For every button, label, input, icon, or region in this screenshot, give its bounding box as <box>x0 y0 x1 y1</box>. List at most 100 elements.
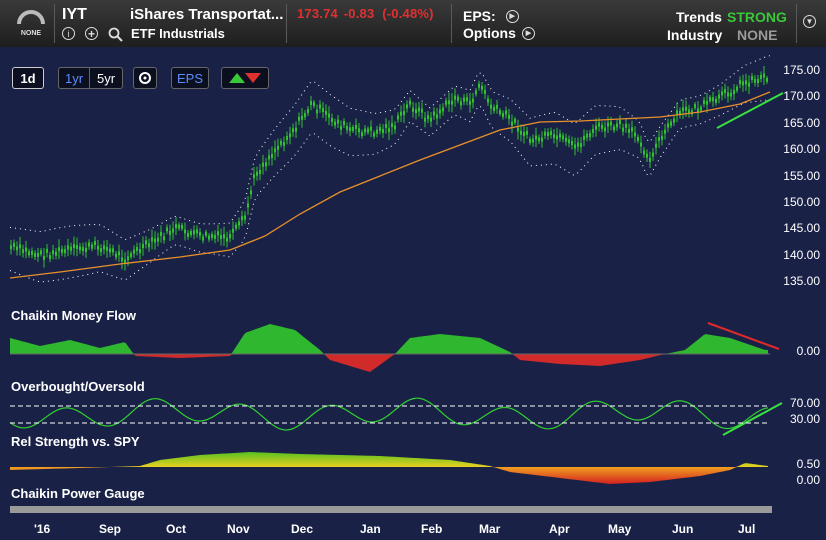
price-bar-body <box>493 107 495 112</box>
price-bar-body <box>607 122 609 127</box>
x-axis-label: Nov <box>227 522 250 536</box>
price-bar-body <box>442 107 444 112</box>
price-bar-body <box>445 100 447 105</box>
price-bar-body <box>763 73 765 78</box>
price-bar-body <box>172 228 174 233</box>
price-bar-body <box>181 224 183 229</box>
cmf-label: Chaikin Money Flow <box>11 308 136 323</box>
price-bar-body <box>448 100 450 105</box>
price-bar-body <box>424 117 426 122</box>
price-bar-body <box>106 246 108 251</box>
price-bar-body <box>682 107 684 112</box>
rs-label: Rel Strength vs. SPY <box>11 434 140 449</box>
price-bar-body <box>247 203 249 208</box>
price-bar-body <box>244 215 246 220</box>
price-bar-body <box>10 245 12 250</box>
price-bar-body <box>241 216 243 221</box>
price-bar-body <box>223 234 225 239</box>
price-bar-body <box>694 104 696 109</box>
rs-axis-high: 0.50 <box>796 457 820 471</box>
price-bar-body <box>400 111 402 116</box>
price-bar-body <box>739 80 741 85</box>
price-bar-body <box>352 126 354 131</box>
x-axis-label: Dec <box>291 522 314 536</box>
price-bar-body <box>157 237 159 242</box>
price-bar-body <box>469 100 471 105</box>
price-bar-body <box>184 229 186 234</box>
x-axis-label: '16 <box>34 522 51 536</box>
price-bar-body <box>439 109 441 114</box>
price-bar-body <box>148 243 150 248</box>
price-bar-body <box>580 143 582 148</box>
price-axis-label: 145.00 <box>783 221 820 235</box>
rel-strength-negative <box>10 467 768 484</box>
price-bar-body <box>604 127 606 132</box>
price-bar-body <box>472 98 474 103</box>
price-bar-body <box>322 108 324 113</box>
price-bar-body <box>310 101 312 106</box>
price-bar-body <box>199 231 201 236</box>
obos-label: Overbought/Oversold <box>11 379 145 394</box>
rel-strength-positive <box>10 452 768 467</box>
price-axis-label: 160.00 <box>783 142 820 156</box>
x-axis-label: Jun <box>672 522 694 536</box>
price-bar-body <box>643 150 645 155</box>
price-bar-body <box>133 249 135 254</box>
price-bar-body <box>511 121 513 126</box>
price-bar-body <box>517 127 519 132</box>
price-chart[interactable] <box>0 0 826 540</box>
price-bar-body <box>226 237 228 242</box>
price-bar-body <box>703 100 705 105</box>
price-bar-body <box>214 234 216 239</box>
price-bar-body <box>313 102 315 107</box>
price-bar-body <box>256 171 258 176</box>
price-bar-body <box>316 109 318 114</box>
price-bar-body <box>475 90 477 95</box>
price-bar-body <box>532 138 534 143</box>
price-bar-body <box>169 230 171 235</box>
price-bar-body <box>622 127 624 132</box>
price-bar-body <box>460 101 462 106</box>
price-bar-body <box>709 97 711 102</box>
price-bar-body <box>640 142 642 147</box>
price-bar-body <box>343 121 345 126</box>
price-bar-body <box>652 152 654 157</box>
price-axis-label: 135.00 <box>783 274 820 288</box>
price-bar-body <box>727 92 729 97</box>
price-bar-body <box>376 129 378 134</box>
price-bar-body <box>589 133 591 138</box>
x-axis-label: Apr <box>549 522 570 536</box>
price-bar-body <box>520 130 522 135</box>
price-axis-label: 150.00 <box>783 195 820 209</box>
cmf-axis-label: 0.00 <box>796 344 820 358</box>
price-bar-body <box>283 141 285 146</box>
price-bar-body <box>667 123 669 128</box>
x-axis-label: Sep <box>99 522 122 536</box>
price-bar-body <box>391 123 393 128</box>
price-bar-body <box>631 127 633 132</box>
price-bar-body <box>238 221 240 226</box>
x-axis-label: May <box>608 522 632 536</box>
price-bar-body <box>646 153 648 158</box>
price-bar-body <box>733 90 735 95</box>
price-bar-body <box>130 253 132 258</box>
price-bar-body <box>349 127 351 132</box>
price-bar-body <box>625 123 627 128</box>
price-bar-body <box>280 140 282 145</box>
price-bar-body <box>118 251 120 256</box>
price-bar-body <box>295 127 297 132</box>
price-bar-body <box>145 240 147 245</box>
price-bar-body <box>52 250 54 255</box>
price-bar-body <box>568 139 570 144</box>
price-bar-body <box>46 248 48 253</box>
price-bar-body <box>601 124 603 129</box>
price-bar-body <box>454 95 456 100</box>
price-bar-body <box>136 247 138 252</box>
price-bar-body <box>40 250 42 255</box>
price-bar-body <box>550 131 552 136</box>
price-bar-body <box>277 145 279 150</box>
price-bar-body <box>19 244 21 249</box>
price-bar-body <box>259 170 261 175</box>
x-axis-label: Mar <box>479 522 501 536</box>
price-bar-body <box>91 244 93 249</box>
